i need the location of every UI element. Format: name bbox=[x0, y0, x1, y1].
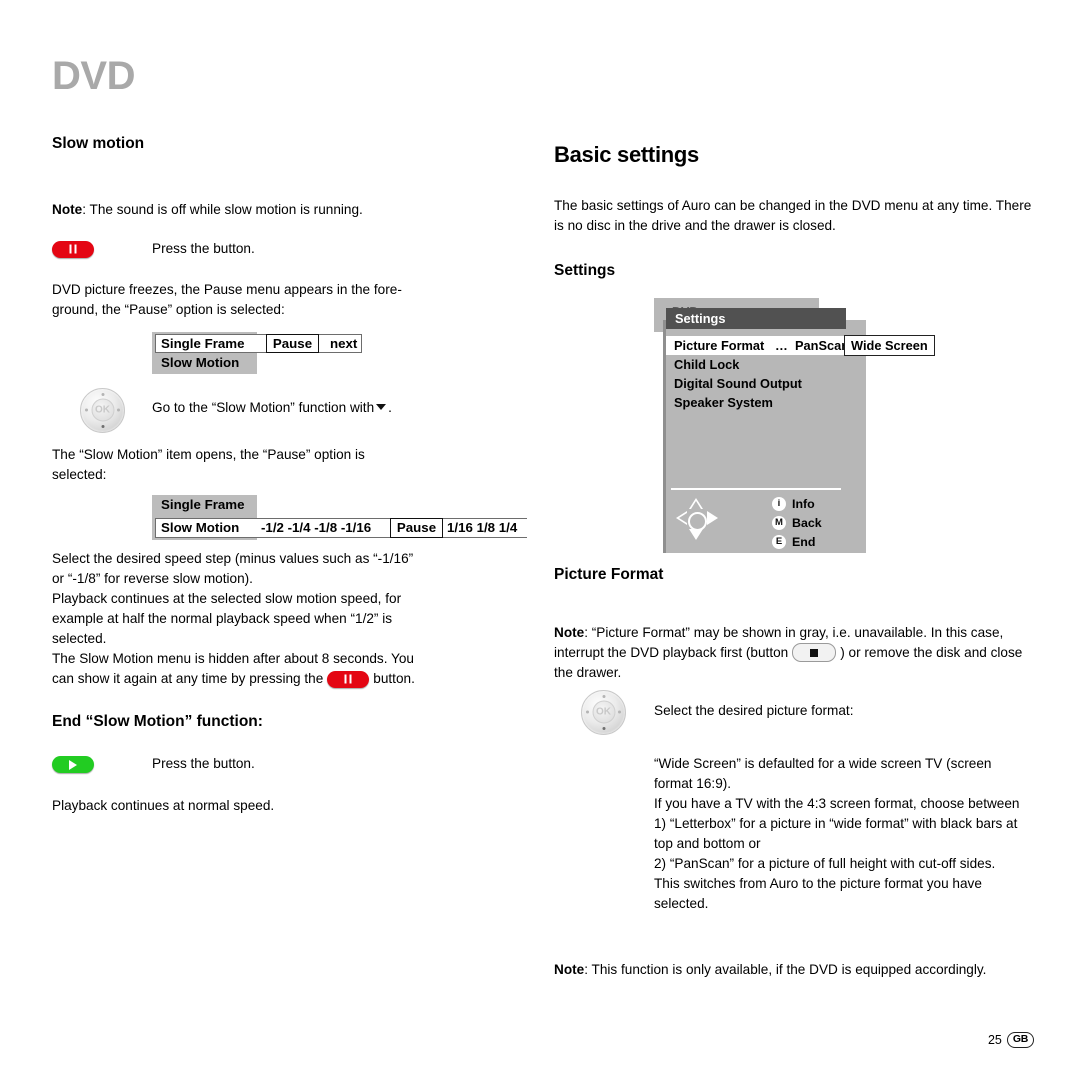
osd-option-next[interactable]: next bbox=[330, 334, 357, 353]
page-number: 25 bbox=[987, 1033, 1002, 1047]
dvd-menu-item-digital-sound-output[interactable]: Digital Sound Output bbox=[674, 376, 802, 391]
paragraph-menu-hidden-b: button. bbox=[373, 670, 415, 686]
paragraph-select-speed-step: Select the desired speed step (minus val… bbox=[52, 550, 414, 586]
right-column: Basic settings The basic settings of Aur… bbox=[554, 135, 1032, 980]
step-press-pause: Press the button. bbox=[52, 239, 522, 259]
paragraph-basic-settings-intro: The basic settings of Auro can be change… bbox=[554, 198, 1032, 234]
dvd-menu-titlebar: Settings bbox=[666, 307, 846, 329]
note3-label: Note bbox=[554, 961, 585, 977]
step-go-to-slow-motion: OK Go to the “Slow Motion” function with… bbox=[52, 387, 522, 433]
legend-row-back: M Back bbox=[772, 515, 822, 532]
section-title-end-slow-motion: End “Slow Motion” function: bbox=[52, 712, 263, 730]
left-column: Slow motion Note: The sound is off while… bbox=[52, 135, 527, 816]
osd-option-pause[interactable]: Pause bbox=[266, 333, 319, 353]
step-press-play-text: Press the button. bbox=[152, 756, 255, 772]
dvd-menu-item-picture-format[interactable]: Picture Format bbox=[674, 338, 764, 353]
osd2-positive-speeds[interactable]: 1/16 1/8 1/4 bbox=[447, 518, 517, 538]
dpad-navigation-icon bbox=[676, 497, 718, 540]
note-function-availability: Note: This function is only available, i… bbox=[554, 960, 1032, 980]
paragraph-picture-format-options: “Wide Screen” is defaulted for a wide sc… bbox=[654, 755, 1020, 911]
page-footer: 25 GB bbox=[988, 1032, 1034, 1048]
dvd-menu-item-speaker-system[interactable]: Speaker System bbox=[674, 395, 773, 410]
paragraph-normal-speed: Playback continues at normal speed. bbox=[52, 798, 275, 814]
page-chapter-title: DVD bbox=[52, 54, 135, 98]
back-key-icon: M bbox=[772, 516, 786, 531]
section-title-basic-settings: Basic settings bbox=[554, 142, 699, 167]
note3-text: : This function is only available, if th… bbox=[584, 961, 987, 977]
osd2-option-pause[interactable]: Pause bbox=[390, 517, 443, 538]
section-title-slow-motion: Slow motion bbox=[52, 135, 145, 152]
step-text-after: . bbox=[388, 399, 392, 415]
osd2-item-slow-motion[interactable]: Slow Motion bbox=[161, 518, 239, 537]
dvd-menu-value-wide-screen[interactable]: Wide Screen bbox=[844, 334, 935, 356]
osd-item-single-frame[interactable]: Single Frame bbox=[161, 334, 245, 353]
dvd-menu-item-child-lock[interactable]: Child Lock bbox=[674, 357, 739, 372]
step-select-picture-format-text: Select the desired picture format: bbox=[654, 702, 854, 718]
section-title-picture-format: Picture Format bbox=[554, 565, 664, 583]
osd-slow-motion-menu: Single Frame Slow Motion -1/2 -1/4 -1/8 … bbox=[152, 494, 527, 540]
paragraph-playback-continues: Playback continues at the selected slow … bbox=[52, 590, 402, 646]
dvd-menu-screenshot: DVD menu Settings Picture Format … PanSc… bbox=[654, 297, 1032, 553]
paragraph-pause-menu-appears: DVD picture freezes, the Pause menu appe… bbox=[52, 281, 402, 317]
dvd-menu-title-text: Settings bbox=[675, 310, 726, 326]
play-button-icon[interactable] bbox=[52, 756, 94, 774]
paragraph-menu-hidden: The Slow Motion menu is hidden after abo… bbox=[52, 649, 416, 689]
dvd-menu-divider bbox=[671, 487, 841, 490]
legend-label-info: Info bbox=[792, 497, 815, 512]
pause-button-icon[interactable] bbox=[52, 240, 94, 258]
osd-item-slow-motion[interactable]: Slow Motion bbox=[161, 353, 239, 372]
legend-row-info: i Info bbox=[772, 496, 822, 513]
pause-button-icon-inline[interactable] bbox=[327, 670, 370, 688]
legend-row-end: E End bbox=[772, 534, 822, 551]
section-title-settings: Settings bbox=[554, 262, 616, 280]
dvd-menu-value-panscan[interactable]: PanScan bbox=[795, 338, 849, 353]
arrow-down-icon bbox=[376, 404, 387, 410]
note-slow-motion-sound: Note: The sound is off while slow motion… bbox=[52, 200, 522, 220]
stop-button-icon[interactable] bbox=[792, 643, 837, 663]
ok-navigation-wheel-icon[interactable]: OK bbox=[80, 387, 125, 433]
step-text-before: Go to the “Slow Motion” function with bbox=[152, 399, 375, 415]
osd-pause-menu: Single Frame Slow Motion Pause next bbox=[152, 331, 522, 374]
step-select-picture-format: OK Select the desired picture format: bbox=[554, 689, 1032, 735]
note-label: Note bbox=[52, 201, 83, 217]
osd2-negative-speeds[interactable]: -1/2 -1/4 -1/8 -1/16 bbox=[261, 518, 371, 538]
step-press-play: Press the button. bbox=[52, 754, 522, 774]
step-press-pause-text: Press the button. bbox=[152, 240, 255, 256]
end-key-icon: E bbox=[772, 535, 786, 550]
legend-label-end: End bbox=[792, 535, 816, 550]
dvd-menu-legend: i Info M Back E End bbox=[772, 496, 822, 553]
osd2-item-single-frame[interactable]: Single Frame bbox=[161, 495, 245, 514]
note-text: : The sound is off while slow motion is … bbox=[82, 201, 363, 217]
dvd-menu-item-picture-format-dots: … bbox=[775, 337, 788, 353]
manual-page: DVD Slow motion Note: The sound is off w… bbox=[0, 0, 1080, 1080]
info-key-icon: i bbox=[772, 497, 786, 512]
legend-label-back: Back bbox=[792, 516, 822, 531]
step-go-to-slow-motion-text: Go to the “Slow Motion” function with. bbox=[152, 388, 392, 418]
note2-label: Note bbox=[554, 624, 585, 640]
country-code-badge: GB bbox=[1006, 1032, 1034, 1048]
paragraph-slow-motion-opens: The “Slow Motion” item opens, the “Pause… bbox=[52, 446, 365, 482]
ok-navigation-wheel-icon-2[interactable]: OK bbox=[581, 689, 626, 735]
note-picture-format-gray: Note: “Picture Format” may be shown in g… bbox=[554, 623, 1032, 683]
